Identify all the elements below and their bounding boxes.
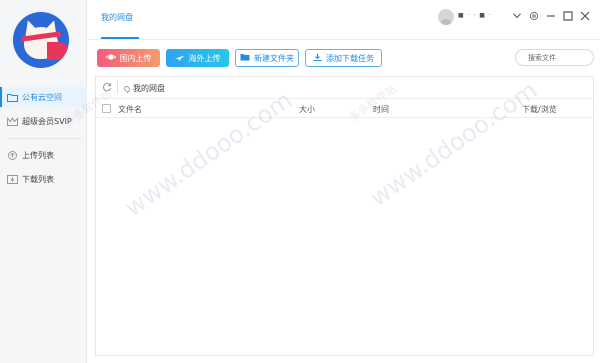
avatar[interactable] [438, 9, 454, 25]
download-list-icon [7, 174, 18, 184]
sidebar-item-label: 超级会员SVIP [22, 116, 72, 126]
select-all-checkbox[interactable] [102, 104, 111, 113]
airplane-icon [175, 53, 185, 63]
domestic-upload-label: 国内上传 [119, 53, 152, 63]
sidebar-item-label: 公有云空间 [22, 92, 62, 102]
tab-my-disk[interactable]: 我的网盘 [101, 12, 133, 23]
minimize-icon[interactable] [545, 10, 557, 22]
app-logo [13, 12, 69, 68]
file-list-header: 文件名 大小 时间 下载/浏览 [96, 99, 593, 118]
add-download-task-label: 添加下载任务 [326, 53, 374, 63]
sidebar-item-download-list[interactable]: 下载列表 [0, 169, 87, 189]
new-folder-button[interactable]: 新建文件夹 [235, 49, 299, 67]
sidebar-item-upload-list[interactable]: 上传列表 [0, 145, 87, 165]
sidebar-item-public-cloud[interactable]: 公有云空间 [0, 87, 87, 107]
search-placeholder: 搜索文件 [528, 53, 556, 62]
planet-icon [105, 53, 116, 63]
sidebar-item-label: 下载列表 [22, 174, 54, 184]
column-header-size[interactable]: 大小 [299, 104, 315, 115]
maximize-icon[interactable] [562, 10, 574, 22]
overseas-upload-button[interactable]: 海外上传 [166, 49, 229, 67]
overseas-upload-label: 海外上传 [188, 53, 221, 63]
chevron-down-icon[interactable] [511, 10, 523, 22]
location-pin-icon [123, 84, 131, 93]
top-bar: 我的网盘 ■ · · ■ · [88, 0, 600, 40]
folder-plus-icon [240, 53, 250, 63]
breadcrumb-bar: 我的网盘 [96, 77, 593, 99]
column-header-action[interactable]: 下载/浏览 [522, 104, 557, 115]
upload-list-icon [7, 150, 18, 160]
add-download-task-button[interactable]: 添加下载任务 [305, 49, 382, 67]
settings-gear-icon[interactable] [528, 10, 540, 22]
refresh-icon[interactable] [102, 82, 112, 95]
download-icon [313, 53, 322, 63]
breadcrumb-label: 我的网盘 [133, 84, 165, 93]
crown-icon [7, 116, 18, 126]
new-folder-label: 新建文件夹 [254, 53, 294, 63]
column-header-time[interactable]: 时间 [373, 104, 389, 115]
close-icon[interactable] [579, 10, 591, 22]
domestic-upload-button[interactable]: 国内上传 [97, 49, 160, 67]
breadcrumb[interactable]: 我的网盘 [123, 83, 165, 94]
sidebar-divider [7, 138, 81, 139]
sidebar-item-label: 上传列表 [22, 150, 54, 160]
sidebar: 公有云空间 超级会员SVIP 上传列表 下载列表 [0, 0, 87, 363]
file-list-panel: 我的网盘 文件名 大小 时间 下载/浏览 [95, 76, 594, 356]
folder-icon [7, 93, 18, 102]
column-header-name[interactable]: 文件名 [118, 104, 142, 115]
sidebar-item-svip[interactable]: 超级会员SVIP [0, 111, 87, 131]
username[interactable]: ■ · · ■ · [458, 12, 492, 19]
search-input[interactable]: 搜索文件 [515, 49, 594, 66]
breadcrumb-divider [117, 81, 118, 94]
tab-active-indicator [101, 37, 139, 39]
